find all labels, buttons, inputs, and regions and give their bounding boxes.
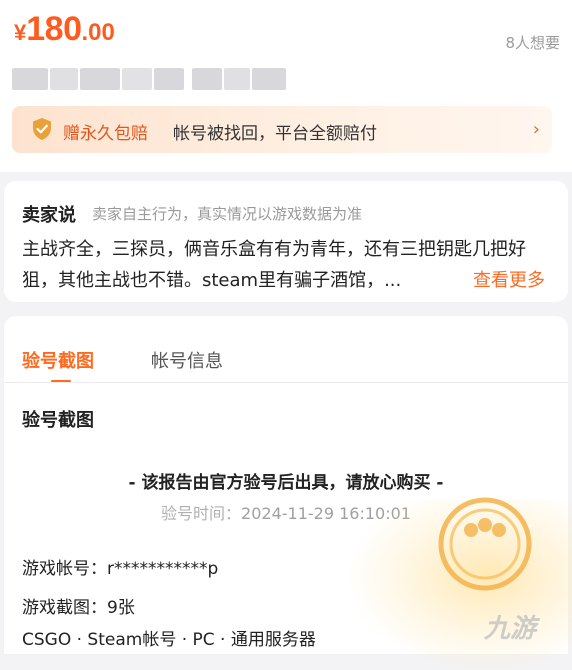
chevron-right-icon: › [532,119,540,140]
report-card: 验号截图 帐号信息 验号截图 - 该报告由官方验号后出具，请放心购买 - 验号时… [4,316,568,654]
price: ¥180.00 [14,12,115,46]
guarantee-banner[interactable]: 赠永久包赔 帐号被找回，平台全额赔付 › [12,106,552,153]
seller-says-heading: 卖家说 [22,205,76,226]
price-decimal: .00 [81,19,115,46]
report-heading: - 该报告由官方验号后出具，请放心购买 - [128,473,444,493]
tab-account-info[interactable]: 帐号信息 [151,347,223,373]
seller-says-note: 卖家自主行为，真实情况以游戏数据为准 [92,205,363,223]
wants-count: 8人想要 [505,34,560,52]
listing-header: ¥180.00 8人想要 赠永久包赔 帐号被找回，平台全额赔付 › [0,0,572,172]
currency-symbol: ¥ [14,20,27,45]
guarantee-desc: 帐号被找回，平台全额赔付 [173,124,377,144]
divider [4,382,568,383]
screens-row: 游戏截图：9张 [22,593,135,618]
report-time-label: 验号时间： [161,504,242,523]
account-row: 游戏帐号：r***********p [22,554,218,579]
price-integer: 180 [26,10,82,48]
section-title: 验号截图 [22,410,94,431]
report-time: 验号时间：2024-11-29 16:10:01 [4,500,568,524]
blurred-title-2 [192,68,286,90]
screens-value: 9张 [107,598,135,618]
seller-says-card: 卖家说 卖家自主行为，真实情况以游戏数据为准 主战齐全，三探员，俩音乐盒有有为青… [4,181,568,302]
report-time-value: 2024-11-29 16:10:01 [241,504,411,523]
screens-label: 游戏截图： [22,598,107,618]
account-label: 游戏帐号： [22,559,107,579]
game-info: CSGO · Steam帐号 · PC · 通用服务器 [22,630,316,650]
blurred-title [12,68,184,90]
shield-check-icon [31,117,53,145]
account-value: r***********p [107,559,219,579]
guarantee-title: 赠永久包赔 [63,124,148,144]
tab-screenshots[interactable]: 验号截图 [22,347,94,373]
see-more-link[interactable]: 查看更多 [473,265,545,296]
